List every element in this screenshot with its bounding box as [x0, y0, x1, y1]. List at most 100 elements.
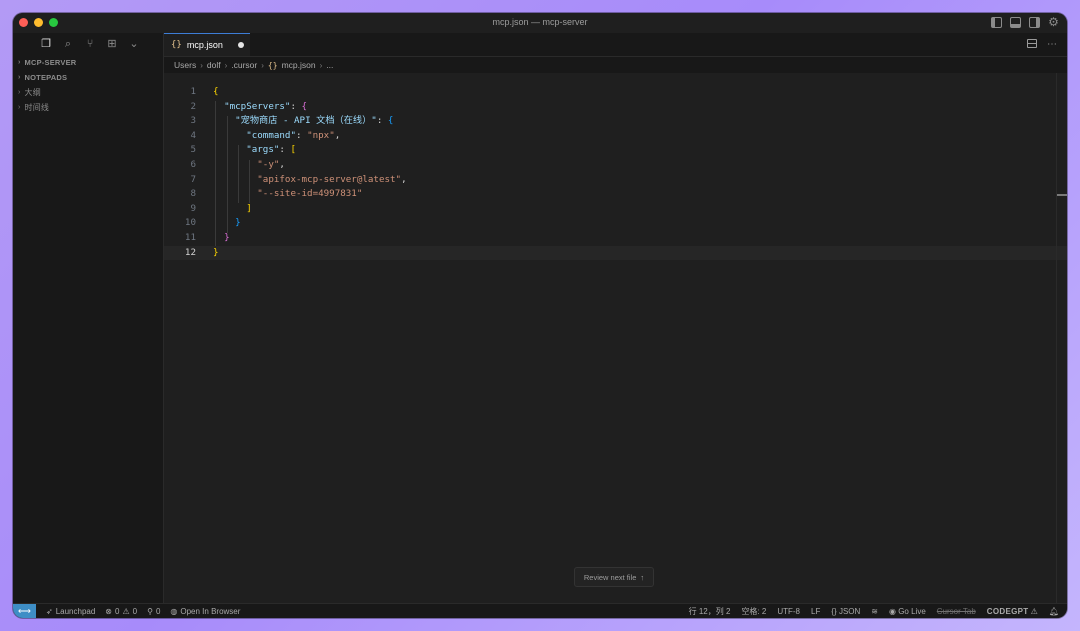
- code-line: 3 "宠物商店 - API 文档（在线）": {: [164, 114, 1067, 129]
- line-number: 10: [184, 217, 196, 229]
- json-key: "mcpServers": [224, 100, 291, 112]
- breadcrumb-item[interactable]: Users: [174, 60, 196, 70]
- chevron-down-icon[interactable]: ⌄: [128, 38, 140, 50]
- tab-label: mcp.json: [186, 40, 223, 50]
- breadcrumb-item[interactable]: .cursor: [231, 60, 257, 70]
- remote-connection-icon[interactable]: ⟷: [13, 604, 36, 618]
- encoding[interactable]: UTF-8: [777, 607, 800, 616]
- line-number: 8: [190, 188, 196, 200]
- line-number: 6: [190, 159, 196, 170]
- open-in-browser-item[interactable]: ◍ Open In Browser: [170, 607, 240, 616]
- line-number: 12: [184, 246, 196, 258]
- arrow-up-icon: ↑: [640, 572, 645, 582]
- format-icon[interactable]: ≋: [871, 607, 878, 616]
- globe-icon: ◍: [170, 606, 178, 616]
- indentation[interactable]: 空格: 2: [741, 606, 766, 617]
- line-number: 2: [190, 100, 196, 112]
- vertical-scrollbar[interactable]: [1056, 73, 1067, 604]
- end-of-line[interactable]: LF: [811, 607, 820, 616]
- toggle-primary-sidebar-icon[interactable]: [991, 17, 1002, 28]
- breadcrumb-item[interactable]: dolf: [207, 60, 221, 70]
- chevron-right-icon: ›: [224, 60, 228, 70]
- breadcrumb-item[interactable]: ...: [326, 60, 333, 70]
- code-line: 8 "--site-id=4997831": [164, 187, 1067, 202]
- json-string: "apifox-mcp-server@latest": [257, 173, 402, 185]
- unsaved-dot-icon[interactable]: [237, 42, 244, 48]
- code-line: 11 }: [164, 231, 1067, 246]
- warning-icon: ⚠: [122, 606, 130, 616]
- sidebar: ❐ ⌕ ⑂ ⊞ ⌄ › MCP-SERVER › NOTEPADS › 大纲 ›…: [13, 33, 164, 604]
- breadcrumb: Users › dolf › .cursor › {} mcp.json › .…: [174, 59, 333, 71]
- editor-window: mcp.json — mcp-server ⚙ ❐ ⌕ ⑂ ⊞ ⌄ › MCP-…: [13, 13, 1067, 618]
- line-number: 9: [190, 202, 196, 214]
- sidebar-section-outline[interactable]: › 大纲: [13, 85, 163, 100]
- source-control-icon[interactable]: ⑂: [84, 38, 96, 50]
- cursor-tab-toggle[interactable]: Cursor Tab: [937, 607, 976, 616]
- sidebar-section-timeline[interactable]: › 时间线: [13, 100, 163, 115]
- antenna-icon: ⚲: [147, 606, 153, 616]
- sidebar-section-notepads[interactable]: › NOTEPADS: [13, 70, 163, 85]
- launchpad-item[interactable]: ➶ Launchpad: [46, 607, 95, 616]
- code-line: 1 {: [164, 85, 1067, 100]
- chevron-right-icon: ›: [261, 60, 264, 70]
- language-mode-item[interactable]: {} JSON: [831, 607, 860, 616]
- ports-count: 0: [155, 606, 161, 616]
- explorer-icon[interactable]: ❐: [40, 38, 52, 50]
- split-editor-icon[interactable]: [1027, 39, 1037, 48]
- json-string: "-y": [257, 159, 280, 170]
- code-line: 2 "mcpServers": {: [164, 100, 1067, 115]
- code-line: 6 "-y",: [164, 158, 1067, 173]
- toggle-panel-icon[interactable]: [1010, 17, 1021, 28]
- gear-icon[interactable]: ⚙: [1048, 16, 1059, 28]
- status-bar-right: 行 12，列 2 空格: 2 UTF-8 LF {} JSON ≋ ◉ Go L…: [689, 604, 1059, 618]
- more-actions-icon[interactable]: ⋯: [1047, 39, 1057, 50]
- sidebar-section-label: MCP-SERVER: [24, 58, 77, 67]
- code-line: 4 "command": "npx",: [164, 129, 1067, 144]
- breadcrumb-item[interactable]: mcp.json: [282, 60, 316, 70]
- code-line-current: 12 }: [164, 245, 1067, 261]
- cursor-position[interactable]: 行 12，列 2: [689, 606, 731, 617]
- json-file-icon: {}: [171, 40, 182, 50]
- json-key: "command": [246, 129, 296, 141]
- json-string: "npx": [307, 129, 335, 141]
- chevron-right-icon: ›: [18, 74, 21, 81]
- json-string: "--site-id=4997831": [257, 188, 363, 200]
- ports-item[interactable]: ⚲ 0: [147, 607, 160, 616]
- braces-icon: {}: [831, 606, 837, 616]
- line-number: 4: [190, 129, 196, 141]
- chevron-right-icon: ›: [319, 60, 323, 70]
- code-line: 10 }: [164, 216, 1067, 231]
- error-count: 0: [115, 606, 120, 616]
- status-bar: ⟷ ➶ Launchpad ⊗ 0 ⚠ 0 ⚲ 0 ◍ Open In Brow…: [13, 603, 1067, 618]
- review-next-file-label: Review next file: [583, 572, 637, 582]
- tab-mcp-json[interactable]: {} mcp.json: [164, 33, 250, 56]
- line-number: 1: [190, 86, 196, 97]
- chevron-right-icon: ›: [18, 59, 21, 66]
- title-bar: mcp.json — mcp-server ⚙: [13, 13, 1067, 33]
- sidebar-section-mcp-server[interactable]: › MCP-SERVER: [13, 55, 163, 70]
- open-in-browser-label: Open In Browser: [180, 606, 241, 616]
- go-live-item[interactable]: ◉ Go Live: [889, 607, 926, 616]
- json-file-icon: {}: [267, 60, 278, 70]
- extensions-icon[interactable]: ⊞: [106, 38, 118, 50]
- codegpt-item[interactable]: CODEGPT ⚠: [987, 607, 1038, 616]
- codegpt-label: CODEGPT: [986, 606, 1029, 616]
- line-number: 11: [184, 232, 196, 243]
- json-key: "args": [246, 144, 280, 156]
- code-line: 9 ]: [164, 202, 1067, 217]
- layout-controls: ⚙: [991, 16, 1059, 28]
- problems-item[interactable]: ⊗ 0 ⚠ 0: [105, 607, 137, 616]
- error-icon: ⊗: [105, 606, 112, 616]
- rocket-icon: ➶: [46, 606, 53, 616]
- sidebar-section-label: 大纲: [24, 88, 41, 97]
- editor-tab-bar: {} mcp.json ⋯: [164, 33, 1067, 57]
- search-icon[interactable]: ⌕: [62, 38, 74, 50]
- review-next-file-button[interactable]: Review next file ↑: [574, 567, 654, 587]
- warning-icon: ⚠: [1030, 606, 1038, 616]
- notifications-bell-icon[interactable]: 🔔︎: [1049, 607, 1059, 616]
- sidebar-activity-tabs: ❐ ⌕ ⑂ ⊞ ⌄: [13, 33, 163, 55]
- line-number: 5: [190, 144, 196, 156]
- code-editor[interactable]: 1 { 2 "mcpServers": { 3 "宠物商店 - API 文档（在…: [164, 73, 1067, 604]
- toggle-secondary-sidebar-icon[interactable]: [1029, 17, 1040, 28]
- go-live-label: Go Live: [898, 606, 926, 616]
